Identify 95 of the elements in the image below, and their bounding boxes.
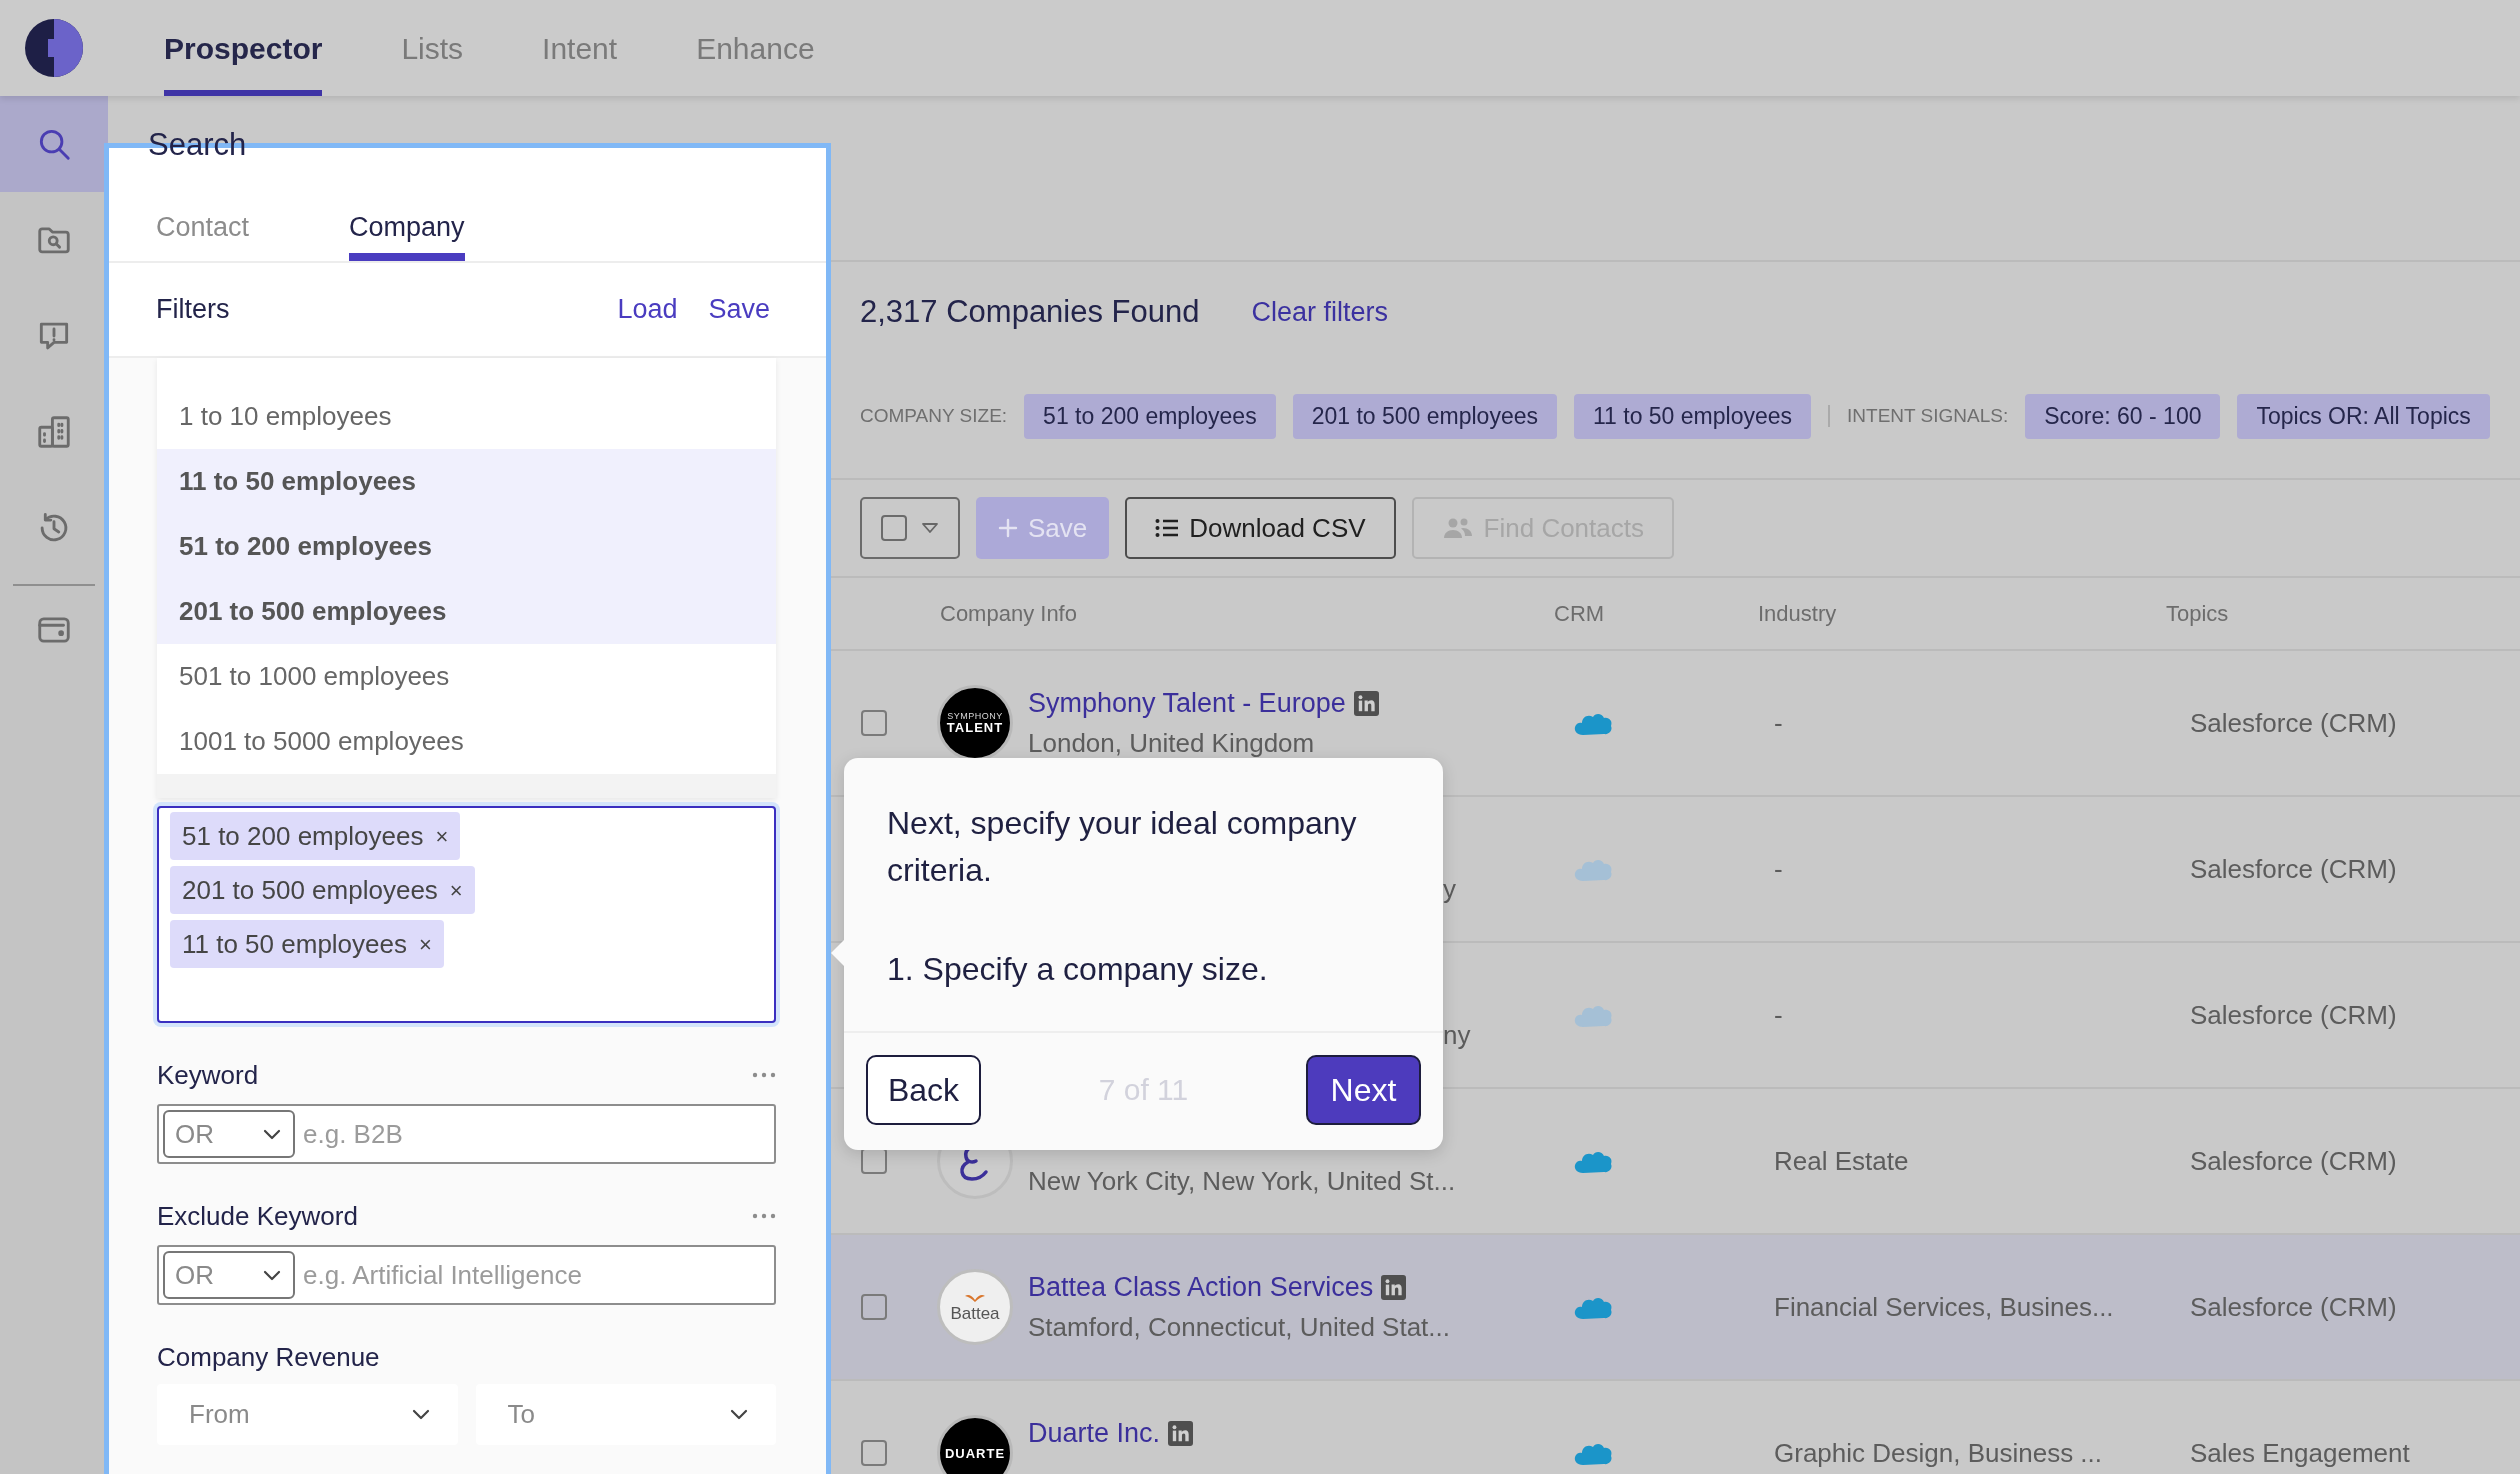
remove-chip-button[interactable]: × — [419, 927, 432, 961]
nav-tab[interactable]: Prospector — [164, 0, 323, 96]
text-field[interactable]: OR e.g. Artificial Intelligence — [157, 1245, 776, 1305]
dropdown-option[interactable]: 51 to 200 employees — [157, 514, 776, 579]
panel-tab[interactable]: Contact — [156, 193, 250, 261]
filter-chip[interactable]: 51 to 200 employees — [1024, 393, 1276, 439]
back-button[interactable]: Back — [866, 1054, 981, 1125]
table-cell: Sales Engagement — [2190, 1437, 2410, 1468]
row-checkbox[interactable] — [861, 1294, 887, 1320]
chevron-down-icon — [411, 1409, 430, 1420]
company-location: y — [1443, 873, 1456, 906]
company-name-link[interactable]: Symphony Talent - Europe — [1028, 682, 1346, 724]
selected-chip[interactable]: 51 to 200 employees × — [170, 812, 461, 860]
column-header: Industry — [1758, 601, 1837, 626]
column-header: Topics — [2166, 601, 2229, 626]
toolbar-button[interactable]: Download CSV — [1125, 497, 1396, 559]
caret-down-icon — [921, 522, 939, 534]
chevron-down-icon — [730, 1409, 748, 1420]
checkbox[interactable] — [881, 515, 907, 541]
table-cell: Salesforce (CRM) — [2190, 999, 2397, 1030]
results-count: 2,317 Companies Found — [860, 292, 1200, 331]
chevron-down-icon — [263, 1269, 281, 1281]
dropdown-option[interactable]: 1001 to 5000 employees — [157, 709, 776, 774]
chevron-down-icon — [263, 1128, 281, 1140]
company-location: London, United Kingdom — [1028, 727, 1316, 760]
remove-chip-button[interactable]: × — [435, 819, 449, 853]
dropdown-option[interactable]: 201 to 500 employees — [157, 579, 776, 644]
text-field[interactable]: OR e.g. B2B — [157, 1104, 776, 1164]
operator-select[interactable]: OR — [163, 1251, 295, 1299]
table-cell: - — [1774, 707, 1783, 738]
filter-group-label: COMPANY SIZE: — [860, 403, 1008, 428]
selected-chip[interactable]: 11 to 50 employees × — [170, 920, 444, 968]
clear-filters-link[interactable]: Clear filters — [1251, 291, 1389, 333]
select-all-dropdown[interactable] — [860, 497, 960, 559]
dropdown-option[interactable]: 501 to 1000 employees — [157, 644, 776, 709]
buildings-icon[interactable] — [35, 413, 73, 451]
people-icon — [1441, 516, 1474, 540]
section-title: Filters — [156, 293, 230, 327]
plus-icon — [998, 518, 1018, 538]
company-location: Stamford, Connecticut, United Stat... — [1028, 1311, 1450, 1344]
chip-label: 51 to 200 employees — [182, 819, 424, 853]
column-header: Company Info — [940, 601, 1077, 626]
filter-chip[interactable]: 201 to 500 employees — [1292, 393, 1557, 439]
table-cell: Graphic Design, Business ... — [1774, 1437, 2103, 1468]
panel-tab[interactable]: Company — [349, 193, 465, 261]
table-cell: Financial Services, Busines... — [1774, 1291, 2114, 1322]
sidebar-button[interactable] — [0, 96, 108, 192]
operator-select[interactable]: OR — [163, 1110, 295, 1158]
logo-text: DUARTE — [944, 1446, 1006, 1460]
table-cell: Salesforce (CRM) — [2190, 1291, 2397, 1322]
tour-text: 1. Specify a company size. — [887, 950, 1269, 989]
field-label: Keyword — [157, 1058, 259, 1092]
selected-chip[interactable]: 201 to 500 employees × — [170, 866, 475, 914]
logo-text: SYMPHONY — [947, 712, 1003, 721]
linkedin-icon[interactable] — [1381, 1274, 1407, 1300]
list-icon — [1155, 518, 1180, 538]
filter-chip[interactable]: 11 to 50 employees — [1574, 393, 1812, 439]
panel-title: Search — [148, 129, 247, 161]
filter-chip[interactable]: Topics OR: All Topics — [2237, 393, 2490, 439]
chip-label: 11 to 50 employees — [182, 927, 407, 961]
table-cell: Salesforce (CRM) — [2190, 707, 2397, 738]
chip-label: 201 to 500 employees — [182, 873, 438, 907]
to-select[interactable]: To — [475, 1384, 776, 1445]
table-cell: Real Estate — [1774, 1145, 1909, 1176]
filter-group-label: INTENT SIGNALS: — [1847, 403, 2009, 428]
company-name-link[interactable]: Duarte Inc. — [1028, 1412, 1161, 1454]
more-icon[interactable] — [752, 1213, 776, 1219]
remove-chip-button[interactable]: × — [449, 873, 463, 907]
linkedin-icon[interactable] — [1168, 1420, 1194, 1446]
filter-action-link[interactable]: Load — [617, 289, 678, 330]
table-cell: Salesforce (CRM) — [2190, 853, 2397, 884]
company-name-link[interactable]: Battea Class Action Services — [1028, 1266, 1374, 1308]
linkedin-icon[interactable] — [1353, 690, 1379, 716]
column-header: CRM — [1554, 601, 1605, 626]
logo-text: Battea — [950, 1304, 1000, 1322]
dropdown-option[interactable]: 11 to 50 employees — [157, 449, 776, 514]
field-label: Exclude Keyword — [157, 1199, 358, 1233]
from-select[interactable]: From — [157, 1384, 458, 1445]
table-cell: - — [1774, 853, 1783, 884]
logo-icon — [25, 19, 83, 77]
company-location: ny — [1443, 1019, 1471, 1052]
logo-text: TALENT — [946, 721, 1004, 734]
filter-chip[interactable]: Score: 60 - 100 — [2025, 393, 2221, 439]
tour-text: Next, specify your ideal company criteria. — [887, 804, 1358, 890]
company-location: New York City, New York, United St... — [1028, 1165, 1456, 1198]
next-button[interactable]: Next — [1306, 1054, 1421, 1125]
table-cell: Salesforce (CRM) — [2190, 1145, 2397, 1176]
field-label: Company Revenue — [157, 1340, 380, 1374]
dropdown-option[interactable]: 1 to 10 employees — [157, 384, 776, 449]
more-icon[interactable] — [752, 1072, 776, 1078]
row-checkbox[interactable] — [861, 710, 887, 736]
row-checkbox[interactable] — [861, 1440, 887, 1466]
filter-action-link[interactable]: Save — [708, 289, 770, 330]
table-cell: - — [1774, 999, 1783, 1030]
bird-mark-icon — [964, 1292, 986, 1303]
